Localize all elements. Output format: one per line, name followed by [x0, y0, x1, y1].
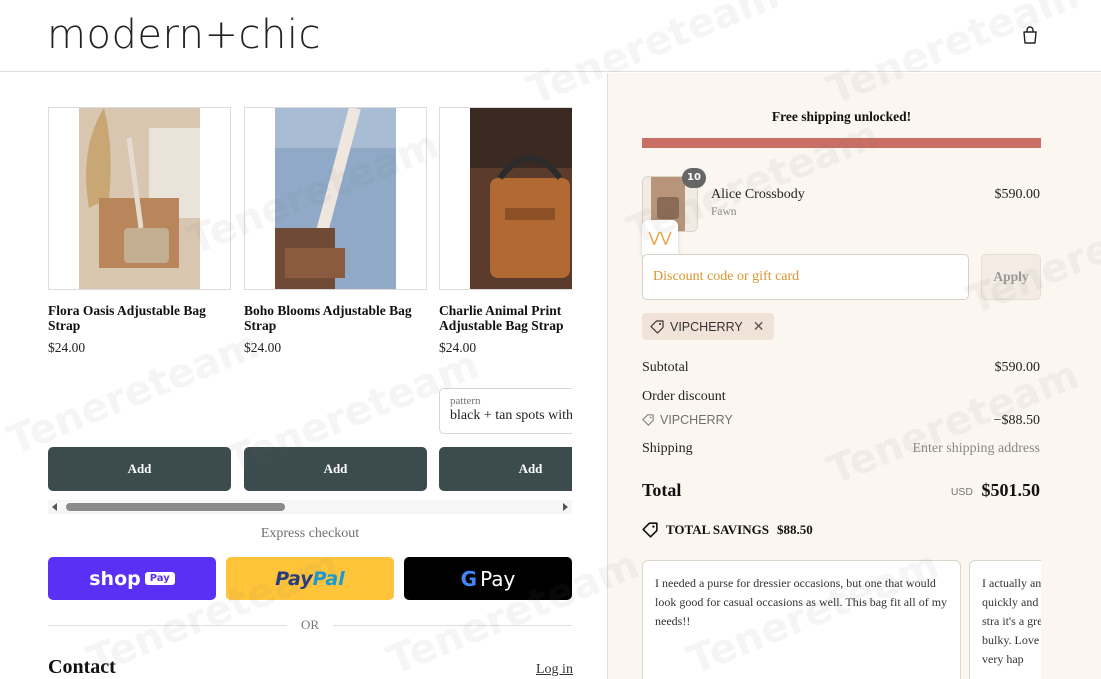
order-discount-value: −$88.50 [993, 413, 1040, 428]
free-shipping-message: Free shipping unlocked! [771, 109, 912, 124]
total-savings: TOTAL SAVINGS $88.50 [642, 522, 813, 538]
product-image[interactable] [439, 107, 572, 290]
contact-heading: Contact [48, 656, 116, 678]
shopping-bag-icon[interactable] [1020, 25, 1040, 45]
total-label: Total [642, 480, 682, 500]
add-button[interactable]: Add [244, 447, 427, 491]
shipping-label: Shipping [642, 441, 693, 456]
apply-discount-button[interactable]: Apply [981, 254, 1041, 300]
order-discount-tag: VIPCHERRY [642, 413, 733, 427]
total-currency: USD [950, 486, 973, 498]
review-card: I needed a purse for dressier occasions,… [642, 560, 961, 679]
login-link[interactable]: Log in [536, 662, 573, 678]
product-image[interactable] [244, 107, 427, 290]
tag-icon [642, 522, 658, 538]
applied-discount-code: VIPCHERRY [670, 319, 743, 334]
product-title[interactable]: Flora Oasis Adjustable Bag Strap [48, 303, 231, 333]
product-price: $24.00 [439, 340, 477, 355]
order-discount-code: VIPCHERRY [660, 413, 733, 427]
recommendation-card: Flora Oasis Adjustable Bag Strap $24.00 [48, 107, 231, 356]
shipping-progress-bar [642, 138, 1041, 148]
shop-pay-button[interactable]: shop Pay [48, 557, 216, 600]
cart-item-price: $590.00 [994, 187, 1041, 202]
remove-discount-icon[interactable]: ✕ [753, 318, 765, 335]
order-discount-label: Order discount [642, 389, 726, 404]
subtotal-label: Subtotal [642, 360, 689, 375]
paypal-word-pal: Pal [312, 567, 345, 590]
tag-icon [650, 319, 664, 334]
product-photo [79, 108, 200, 289]
recommendation-card: Charlie Animal Print Adjustable Bag Stra… [439, 107, 572, 434]
carousel-scrollbar[interactable] [48, 500, 572, 514]
variant-select[interactable]: pattern black + tan spots with [439, 388, 572, 434]
add-button[interactable]: Add [48, 447, 231, 491]
express-checkout-label: Express checkout [260, 526, 360, 541]
divider-line [333, 625, 572, 626]
order-summary: Free shipping unlocked! 10 Alice Crossbo… [607, 73, 1101, 679]
product-title[interactable]: Boho Blooms Adjustable Bag Strap [244, 303, 427, 333]
cart-item-variant: Fawn [711, 206, 737, 218]
scroll-right-icon[interactable] [563, 503, 568, 511]
product-price: $24.00 [244, 340, 282, 355]
product-photo [275, 108, 396, 289]
cart-item-name: Alice Crossbody [711, 187, 805, 202]
total-value: $501.50 [981, 480, 1041, 500]
recommendation-card: Boho Blooms Adjustable Bag Strap $24.00 [244, 107, 427, 356]
quantity-badge: 10 [682, 168, 706, 188]
shop-pay-badge: Pay [144, 572, 175, 585]
add-button[interactable]: Add [439, 447, 572, 491]
shipping-value: Enter shipping address [912, 441, 1040, 456]
variant-value: black + tan spots with [450, 408, 572, 423]
checkout-main: Flora Oasis Adjustable Bag Strap $24.00 … [0, 73, 607, 679]
shop-pay-word: shop [89, 567, 141, 590]
google-pay-word: Pay [480, 566, 516, 591]
savings-value: $88.50 [776, 522, 813, 537]
tag-icon [642, 414, 654, 426]
google-pay-button[interactable]: G Pay [404, 557, 572, 600]
product-price: $24.00 [48, 340, 86, 355]
or-divider: OR [48, 616, 572, 634]
store-logo[interactable]: modern+chic [47, 12, 321, 58]
recommendations-carousel[interactable]: Flora Oasis Adjustable Bag Strap $24.00 … [48, 107, 572, 497]
scrollbar-thumb[interactable] [66, 503, 285, 511]
review-card-partial: I actually and quickly and out the stra … [969, 560, 1041, 679]
scroll-left-icon[interactable] [52, 503, 57, 511]
paypal-button[interactable]: Pay Pal [226, 557, 394, 600]
applied-discount-chip: VIPCHERRY ✕ [642, 313, 775, 340]
discount-code-input[interactable] [642, 254, 969, 300]
product-image[interactable] [48, 107, 231, 290]
google-g-icon: G [460, 566, 478, 591]
paypal-word-pay: Pay [275, 567, 313, 590]
product-photo [470, 108, 572, 289]
savings-label: TOTAL SAVINGS [666, 522, 769, 537]
variant-label: pattern [450, 395, 481, 407]
product-title[interactable]: Charlie Animal Print Adjustable Bag Stra… [439, 303, 572, 333]
subtotal-value: $590.00 [994, 360, 1041, 375]
review-card: I actually and quickly and out the stra … [969, 560, 1041, 679]
site-header: modern+chic [0, 0, 1101, 72]
chevrons-down-icon[interactable]: ⋁⋁ [642, 220, 678, 258]
